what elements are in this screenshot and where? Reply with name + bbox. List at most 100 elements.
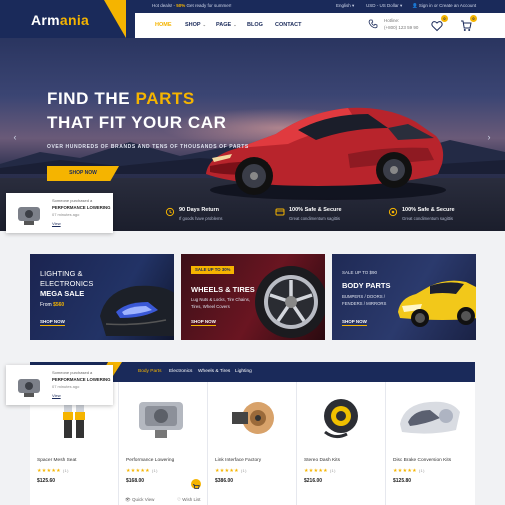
currency-select[interactable]: USD - US Dollar ▾ [366,3,402,9]
tab-wheels-tires[interactable]: Wheels & Tires [198,369,230,374]
banner-sale-label: SALE UP TO $90 [342,270,378,275]
tab-body-parts[interactable]: Body Parts [138,369,161,374]
notification-view-link[interactable]: View [52,393,61,398]
nav-home[interactable]: HOME [155,22,172,28]
hero-shop-now-button[interactable]: SHOP NOW [47,166,119,181]
banner-line3: MEGA SALE [40,289,85,298]
yellow-car-image [398,280,476,327]
headlamp-product-image [400,401,460,434]
slider-prev-arrow[interactable]: ‹ [10,132,20,142]
purchase-notification[interactable]: Someone purchased a PERFORMANCE LOWERING… [6,193,113,233]
banner-body-parts[interactable]: SALE UP TO $90 BODY PARTS BUMPERS / DOOR… [332,254,476,340]
banner-line2: ELECTRONICS [40,279,94,288]
banner-line1: LIGHTING & [40,269,83,278]
banner-desc-line1: BUMPERS / DOORS / [342,294,385,299]
cart-icon [461,20,472,31]
language-select[interactable]: English ▾ [336,3,354,9]
banner-wheels-tires[interactable]: SALE UP TO 30% WHEELS & TIRES Lug Nuts &… [181,254,325,340]
product-name[interactable]: Spacer Mesh Seat [37,458,76,463]
chevron-down-icon: ⌄ [233,22,237,27]
notification-product-name: PERFORMANCE LOWERING [52,205,111,210]
hero-subtitle: OVER HUNDREDS OF BRANDS AND TENS OF THOU… [47,144,249,150]
nav-shop[interactable]: SHOP ⌄ [185,22,206,28]
notification-product-image [18,379,40,397]
banner-shop-now-link[interactable]: SHOP NOW [342,319,367,326]
add-to-cart-button[interactable] [191,479,201,489]
quick-view-link[interactable]: 👁 Quick View [125,497,154,503]
hub-bearing-product-image [232,402,274,434]
notification-line1: Someone purchased a [52,370,93,375]
product-price: $125.60 [37,478,56,484]
banner-shop-now-link[interactable]: SHOP NOW [191,319,216,326]
shield-icon [275,208,285,216]
account-link[interactable]: 👤 Sign in or Create an Account [412,3,476,9]
wish-list-link[interactable]: ♡ Wish List [177,497,201,503]
product-name[interactable]: Disc Brake Conversion Kits [393,458,451,463]
product-name[interactable]: Performance Lowering [126,458,174,463]
purchase-notification[interactable]: Someone purchased a PERFORMANCE LOWERING… [6,365,113,405]
banner-desc-line2: Tires, Wheel Covers [191,304,230,309]
notification-product-image [18,207,40,225]
banner-desc-line2: FENDERS / MIRRORS [342,301,387,306]
cart-button[interactable]: 0 [460,15,477,31]
logo[interactable]: Armania [31,12,89,28]
main-nav: HOME SHOP ⌄ PAGE ⌄ BLOG CONTACT [135,13,505,38]
wishlist-count-badge: 0 [441,15,448,22]
product-card[interactable]: Stereo Dash Kits ★★★★★ (1) $216.00 [297,382,386,505]
clock-spring-product-image [324,399,358,439]
product-rating: ★★★★★ (1) [304,468,336,474]
nav-contact[interactable]: CONTACT [275,22,301,28]
page: Hot deals! - 50% Get ready for summer! E… [0,0,505,505]
notification-product-name: PERFORMANCE LOWERING [52,377,111,382]
banner-price: From $560 [40,302,65,308]
hero-title-line1: FIND THE PARTS [47,89,195,108]
tab-lighting[interactable]: Lighting [235,369,252,374]
hero-title-line2: THAT FIT YOUR CAR [47,113,227,132]
product-rating: ★★★★★ (1) [126,468,158,474]
banner-shop-now-link[interactable]: SHOP NOW [40,319,65,326]
heart-icon [431,21,443,32]
product-card[interactable]: Link Interface Factory ★★★★★ (1) $386.00 [208,382,297,505]
product-rating: ★★★★★ (1) [215,468,247,474]
support-icon [388,207,398,217]
feature-subtitle: Great condimentum sagittis [402,216,453,221]
hotline-number[interactable]: (+800) 123 59 90 [384,25,418,30]
product-name[interactable]: Link Interface Factory [215,458,261,463]
feature-subtitle: If goods have problems [179,216,223,221]
notification-line1: Someone purchased a [52,198,93,203]
product-card[interactable]: Disc Brake Conversion Kits ★★★★★ (1) $125… [386,382,475,505]
notification-time: 07 minutes ago [52,212,80,217]
banner-title: BODY PARTS [342,281,391,290]
wheel-image [255,266,325,338]
product-rating: ★★★★★ (1) [37,468,69,474]
nav-blog[interactable]: BLOG [247,22,263,28]
cart-count-badge: 0 [470,15,477,22]
product-price: $386.00 [215,478,234,484]
banner-lighting-electronics[interactable]: LIGHTING & ELECTRONICS MEGA SALE From $5… [30,254,174,340]
logo-accent-stripe [104,0,126,38]
suspension-product-image [139,402,183,438]
tab-electronics[interactable]: Electronics [169,369,192,374]
product-rating: ★★★★★ (1) [393,468,425,474]
slider-next-arrow[interactable]: › [484,132,494,142]
return-icon [165,207,175,217]
headlight-image [100,285,174,336]
hero-sports-car-image [206,107,446,200]
banner-title: WHEELS & TIRES [191,285,255,294]
phone-icon [368,19,378,29]
product-price: $168.00 [126,478,145,484]
product-name[interactable]: Stereo Dash Kits [304,458,340,463]
feature-title: 100% Safe & Secure [289,207,342,213]
notification-time: 07 minutes ago [52,384,80,389]
cart-icon [193,484,200,489]
notification-view-link[interactable]: View [52,221,61,226]
nav-page[interactable]: PAGE ⌄ [216,22,237,28]
hotline-label: Hotline: [384,18,400,23]
feature-subtitle: Great condimentum sagittis [289,216,340,221]
banner-desc-line1: Lug Nuts & Locks, Tire Chains, [191,297,250,302]
wishlist-button[interactable]: 0 [431,15,448,32]
feature-title: 100% Safe & Secure [402,207,455,213]
product-price: $125.80 [393,478,412,484]
feature-title: 90 Days Return [179,207,220,213]
logo-divider [126,0,135,38]
